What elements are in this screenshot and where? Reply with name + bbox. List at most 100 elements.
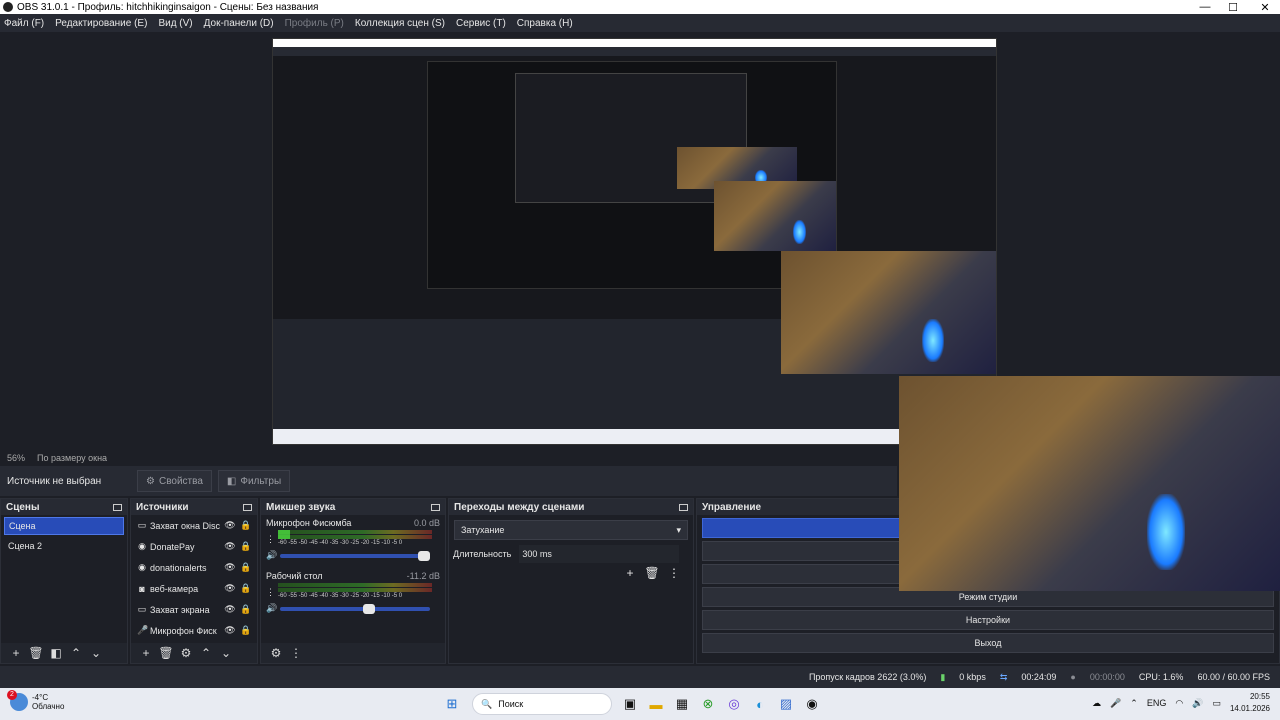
properties-label: Свойства bbox=[158, 475, 203, 487]
menu-edit[interactable]: Редактирование (E) bbox=[55, 18, 147, 29]
trash-icon[interactable]: 🗑 bbox=[641, 566, 663, 580]
chevron-up-icon[interactable]: ⌃ bbox=[1130, 698, 1138, 709]
menu-help[interactable]: Справка (H) bbox=[517, 18, 573, 29]
photos-icon[interactable]: ▨ bbox=[774, 692, 798, 716]
eye-icon[interactable]: 👁 bbox=[222, 583, 238, 594]
source-item[interactable]: ◉ DonatePay 👁 🔒 bbox=[131, 536, 257, 557]
scene-item[interactable]: Сцена bbox=[4, 517, 124, 535]
up-icon[interactable]: ⌃ bbox=[196, 646, 216, 660]
add-icon[interactable]: + bbox=[136, 646, 156, 660]
volume-knob[interactable] bbox=[418, 550, 430, 561]
menu-profile[interactable]: Профиль (P) bbox=[285, 18, 344, 29]
mixer-title: Микшер звука bbox=[266, 501, 336, 513]
calculator-icon[interactable]: ▦ bbox=[670, 692, 694, 716]
start-icon[interactable]: ⊞ bbox=[440, 692, 464, 716]
exit-button[interactable]: Выход bbox=[702, 633, 1274, 653]
add-icon[interactable]: + bbox=[619, 566, 641, 580]
filters-button[interactable]: ◧ Фильтры bbox=[217, 470, 291, 492]
maximize-button[interactable]: ☐ bbox=[1218, 0, 1248, 14]
task-view-icon[interactable]: ▣ bbox=[618, 692, 642, 716]
search-placeholder: Поиск bbox=[498, 699, 524, 709]
volume-icon[interactable]: 🔊 bbox=[1192, 698, 1203, 709]
lock-icon[interactable]: 🔒 bbox=[238, 604, 254, 615]
lock-icon[interactable]: 🔒 bbox=[238, 520, 254, 531]
edge-icon[interactable]: ◐ bbox=[748, 692, 772, 716]
settings-button[interactable]: Настройки bbox=[702, 610, 1274, 630]
scenes-title: Сцены bbox=[6, 501, 40, 513]
volume-slider[interactable] bbox=[280, 550, 430, 561]
lock-icon[interactable]: 🔒 bbox=[238, 583, 254, 594]
trash-icon[interactable]: 🗑 bbox=[26, 646, 46, 660]
kbps: 0 kbps bbox=[959, 672, 986, 682]
date: 14.01.2026 bbox=[1229, 704, 1270, 713]
menu-file[interactable]: Файл (F) bbox=[4, 18, 44, 29]
menu-view[interactable]: Вид (V) bbox=[158, 18, 192, 29]
obs-icon[interactable]: ◉ bbox=[800, 692, 824, 716]
gear-icon: ⚙ bbox=[146, 475, 155, 487]
app-icon[interactable]: ◎ bbox=[722, 692, 746, 716]
down-icon[interactable]: ⌄ bbox=[86, 646, 106, 660]
eye-icon[interactable]: 👁 bbox=[222, 520, 238, 531]
down-icon[interactable]: ⌄ bbox=[216, 646, 236, 660]
speaker-icon[interactable]: 🔊 bbox=[266, 603, 280, 614]
undock-icon[interactable] bbox=[113, 503, 122, 511]
transition-select[interactable]: Затухание ▾ bbox=[454, 520, 688, 540]
battery-icon[interactable]: ▭ bbox=[1212, 698, 1221, 709]
mixer-settings-icon[interactable]: ⚙ bbox=[266, 646, 286, 660]
mixer-channel: Рабочий стол -11.2 dB ⋮ -60 -55 -50 -45 -… bbox=[261, 568, 445, 617]
search-box[interactable]: 🔍 Поиск bbox=[472, 693, 612, 715]
speaker-icon[interactable]: 🔊 bbox=[266, 550, 280, 561]
source-item[interactable]: ◙ веб-камера 👁 🔒 bbox=[131, 578, 257, 599]
camera-icon: ◙ bbox=[139, 583, 145, 594]
volume-knob[interactable] bbox=[362, 603, 375, 614]
eye-icon[interactable]: 👁 bbox=[222, 625, 238, 636]
dropdown-arrow-icon: ▾ bbox=[676, 524, 681, 535]
transitions-title: Переходы между сценами bbox=[454, 501, 585, 513]
up-icon[interactable]: ⌃ bbox=[66, 646, 86, 660]
undock-icon[interactable] bbox=[243, 503, 252, 511]
lock-icon[interactable]: 🔒 bbox=[238, 625, 254, 636]
volume-slider[interactable] bbox=[280, 603, 430, 614]
close-button[interactable]: ✕ bbox=[1250, 0, 1280, 14]
source-item[interactable]: ▭ Захват окна Disc 👁 🔒 bbox=[131, 515, 257, 536]
more-icon[interactable]: ⋮ bbox=[266, 534, 278, 545]
lock-icon[interactable]: 🔒 bbox=[238, 541, 254, 552]
filter-icon[interactable]: ◧ bbox=[46, 646, 66, 660]
minimize-button[interactable]: — bbox=[1190, 0, 1220, 14]
file-explorer-icon[interactable]: ▬ bbox=[644, 692, 668, 716]
lock-icon[interactable]: 🔒 bbox=[238, 562, 254, 573]
eye-icon[interactable]: 👁 bbox=[222, 562, 238, 573]
more-icon[interactable]: ⋮ bbox=[266, 587, 278, 598]
properties-button[interactable]: ⚙ Свойства bbox=[137, 470, 212, 492]
more-icon[interactable]: ⋮ bbox=[286, 646, 306, 660]
microphone-icon[interactable]: 🎤 bbox=[1110, 698, 1121, 709]
undock-icon[interactable] bbox=[679, 503, 688, 511]
record-icon: ● bbox=[1070, 672, 1076, 682]
source-item[interactable]: ◉ donationalerts 👁 🔒 bbox=[131, 557, 257, 578]
source-item[interactable]: ▭ Захват экрана 👁 🔒 bbox=[131, 599, 257, 620]
cloud-icon[interactable]: ☁ bbox=[1092, 698, 1101, 709]
weather-widget[interactable]: 2 -4°C Облачно bbox=[7, 690, 64, 711]
audio-mixer-dock: Микшер звука Микрофон Фисюмба 0.0 dB ⋮ -6… bbox=[260, 498, 446, 664]
undock-icon[interactable] bbox=[431, 503, 440, 511]
duration-spinbox[interactable]: 300 ms bbox=[519, 545, 680, 563]
xbox-icon[interactable]: ⊗ bbox=[696, 692, 720, 716]
stream-time: 00:24:09 bbox=[1021, 672, 1057, 682]
eye-icon[interactable]: 👁 bbox=[222, 604, 238, 615]
zoom-mode[interactable]: По размеру окна bbox=[37, 453, 107, 463]
gear-icon[interactable]: ⚙ bbox=[176, 646, 196, 660]
menu-tools[interactable]: Сервис (T) bbox=[456, 18, 506, 29]
menu-docks[interactable]: Док-панели (D) bbox=[204, 18, 274, 29]
wifi-icon[interactable]: ◠ bbox=[1175, 698, 1183, 709]
more-icon[interactable]: ⋮ bbox=[663, 566, 685, 580]
eye-icon[interactable]: 👁 bbox=[222, 541, 238, 552]
zoom-percent[interactable]: 56% bbox=[7, 453, 25, 463]
trash-icon[interactable]: 🗑 bbox=[156, 646, 176, 660]
language[interactable]: ENG bbox=[1147, 698, 1167, 708]
cpu: CPU: 1.6% bbox=[1138, 672, 1184, 682]
clock[interactable]: 20:55 14.01.2026 bbox=[1230, 691, 1270, 715]
menu-scene-collection[interactable]: Коллекция сцен (S) bbox=[355, 18, 445, 29]
source-item[interactable]: 🎤 Микрофон Фиск 👁 🔒 bbox=[131, 620, 257, 641]
scene-item[interactable]: Сцена 2 bbox=[4, 537, 124, 555]
add-icon[interactable]: + bbox=[6, 646, 26, 660]
